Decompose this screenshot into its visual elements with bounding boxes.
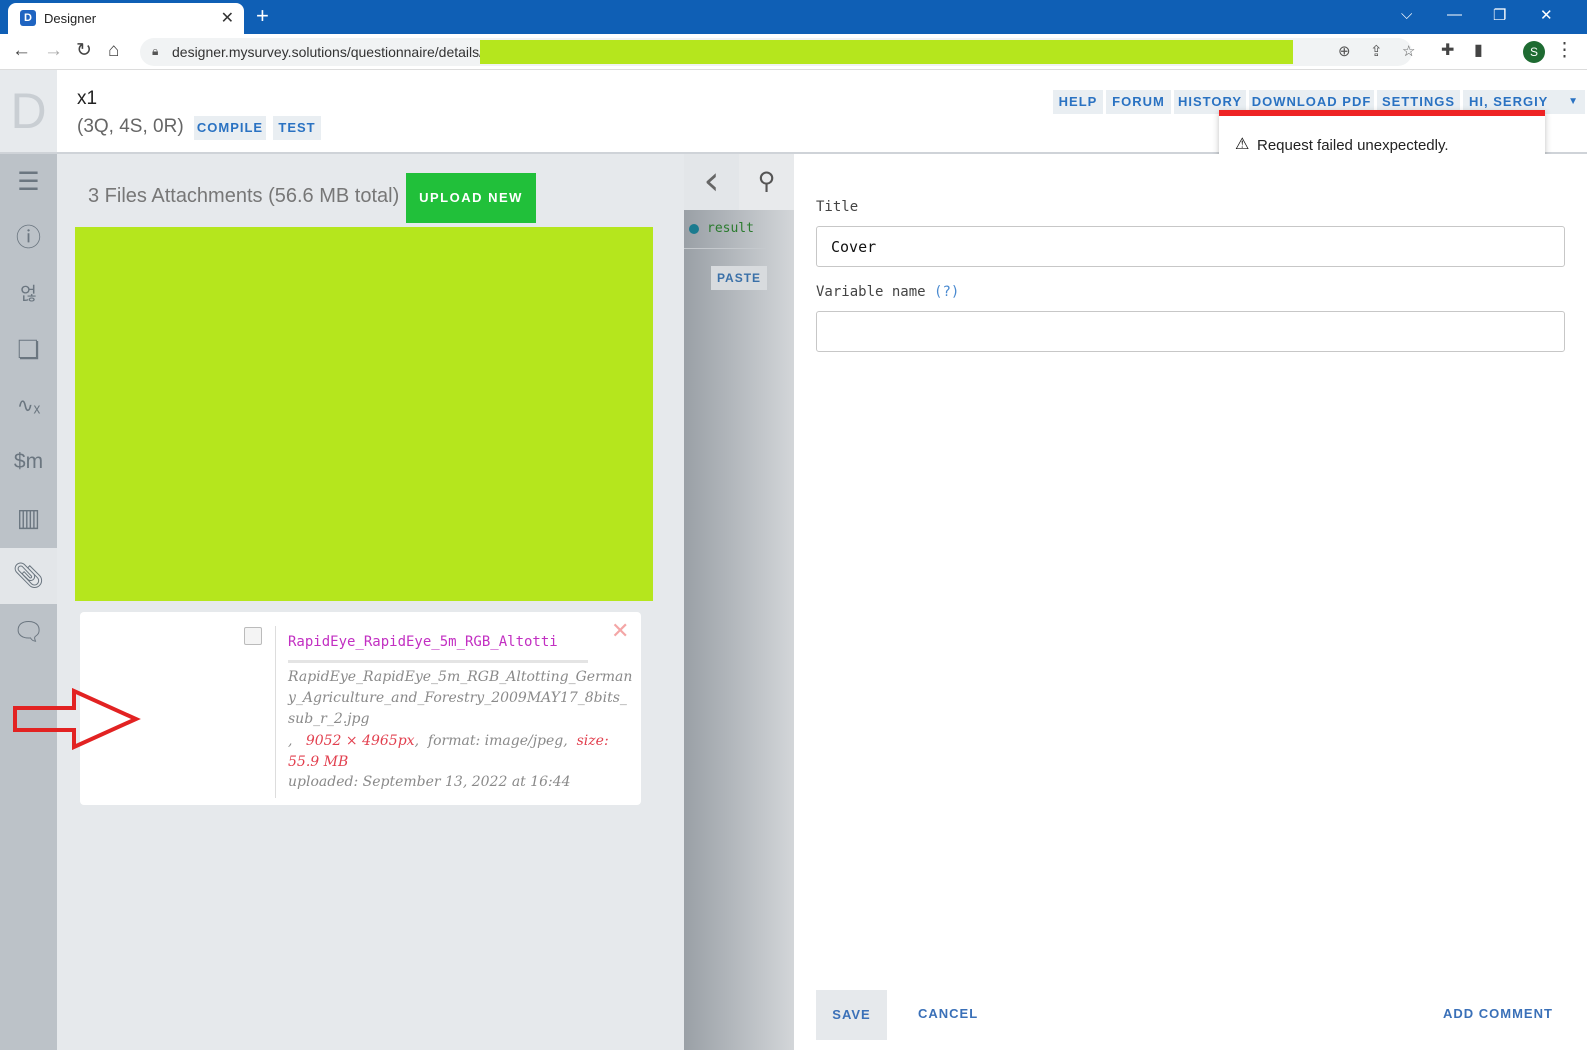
extensions-puzzle-icon[interactable]: ✚ xyxy=(1441,41,1454,61)
tree-toolbar: ‹ ⚲ xyxy=(684,154,794,210)
attachment-format: format: image/jpeg xyxy=(427,733,564,749)
chevron-left-icon[interactable]: ‹ xyxy=(684,154,739,210)
search-icon[interactable]: ⚲ xyxy=(739,154,794,210)
left-nav-rail: ☰ ⓘ 얺 ❏ ∿ₓ $m ▥ 📎︎ 🗨︎ xyxy=(0,154,57,1050)
back-arrow-icon[interactable]: ← xyxy=(12,41,31,61)
browser-tab[interactable]: D Designer ✕ xyxy=(8,3,244,34)
toast-message: Request failed unexpectedly. xyxy=(1257,137,1449,154)
tab-title: Designer xyxy=(44,11,97,26)
title-input[interactable] xyxy=(816,226,1565,267)
tree-item-result[interactable]: result xyxy=(684,219,766,249)
delete-attachment-icon[interactable]: ✕ xyxy=(611,618,629,644)
user-greeting: HI, SERGIY xyxy=(1469,94,1549,109)
attachment-name-underline xyxy=(288,660,588,663)
attachments-paperclip-icon[interactable]: 📎︎ xyxy=(0,548,57,604)
comments-icon[interactable]: 🗨︎ xyxy=(0,604,57,660)
caret-down-icon: ▼ xyxy=(1568,96,1579,107)
paste-button[interactable]: PASTE xyxy=(711,266,767,290)
macros-copy-icon[interactable]: ❏ xyxy=(0,322,57,378)
designer-logo-icon[interactable]: D xyxy=(0,70,57,152)
attachment-card: RapidEye_RapidEye_5m_RGB_Altotti RapidEy… xyxy=(80,612,641,805)
url-redaction xyxy=(480,40,1293,64)
add-comment-button[interactable]: ADD COMMENT xyxy=(1443,1006,1553,1021)
book-icon[interactable]: ▥ xyxy=(0,490,57,546)
attachments-panel: 3 Files Attachments (56.6 MB total) UPLO… xyxy=(57,154,684,1050)
variable-dot-icon xyxy=(689,224,699,234)
attachment-dimensions: 9052 × 4965px xyxy=(305,733,415,749)
attachment-meta: , 9052 × 4965px, format: image/jpeg, siz… xyxy=(288,733,609,770)
bookmark-star-icon[interactable]: ☆ xyxy=(1402,42,1415,60)
save-button[interactable]: SAVE xyxy=(816,990,887,1040)
tab-close-icon[interactable]: ✕ xyxy=(221,8,234,28)
browser-menu-icon[interactable]: ⋮ xyxy=(1555,41,1574,61)
designer-favicon-icon: D xyxy=(20,10,36,26)
attachment-name[interactable]: RapidEye_RapidEye_5m_RGB_Altotti xyxy=(288,634,558,650)
attachment-preview-redaction xyxy=(75,227,653,601)
minimize-icon[interactable]: — xyxy=(1447,6,1462,23)
forward-arrow-icon[interactable]: → xyxy=(44,41,63,61)
questionnaire-stats: (3Q, 4S, 0R) xyxy=(77,116,184,137)
variable-help-link[interactable]: (?) xyxy=(934,284,959,300)
broken-image-icon[interactable] xyxy=(244,627,262,645)
new-tab-icon[interactable]: + xyxy=(256,4,269,28)
variables-icon[interactable]: $m xyxy=(0,434,57,490)
address-bar[interactable]: 🔒︎ designer.mysurvey.solutions/questionn… xyxy=(140,38,1415,66)
lookup-tables-icon[interactable]: ∿ₓ xyxy=(0,378,57,434)
tree-item-label: result xyxy=(707,221,754,236)
side-panel-icon[interactable]: ▮ xyxy=(1474,41,1483,61)
profile-avatar[interactable]: S xyxy=(1523,41,1545,63)
attachment-file-name: RapidEye_RapidEye_5m_RGB_Altotting_Germa… xyxy=(288,669,633,727)
editor-panel: Title Variable name (?) SAVE CANCEL ADD … xyxy=(794,154,1587,1050)
variable-name-label: Variable name (?) xyxy=(816,284,959,300)
test-button[interactable]: TEST xyxy=(273,116,321,140)
annotation-arrow-icon xyxy=(13,688,141,750)
warning-icon: ⚠︎ xyxy=(1235,136,1250,153)
attachment-size: 55.9 MB xyxy=(288,754,349,770)
attachments-heading: 3 Files Attachments (56.6 MB total) xyxy=(88,185,400,207)
compile-button[interactable]: COMPILE xyxy=(194,116,266,140)
help-button[interactable]: HELP xyxy=(1053,90,1103,114)
attachment-size-label: size: xyxy=(576,733,609,749)
lock-icon[interactable]: 🔒︎ xyxy=(152,44,158,59)
menu-hamburger-icon[interactable]: ☰ xyxy=(0,154,57,210)
reload-icon[interactable]: ↻ xyxy=(76,41,92,61)
info-icon[interactable]: ⓘ xyxy=(0,210,57,266)
title-label: Title xyxy=(816,199,859,215)
forum-button[interactable]: FORUM xyxy=(1106,90,1171,114)
tab-search-chevron-icon[interactable]: ⌵ xyxy=(1401,6,1412,23)
share-icon[interactable]: ⇪ xyxy=(1370,42,1383,60)
variable-name-input[interactable] xyxy=(816,311,1565,352)
browser-toolbar: ← → ↻ ⌂ 🔒︎ designer.mysurvey.solutions/q… xyxy=(0,34,1587,70)
questionnaire-title: x1 xyxy=(77,88,98,109)
url-text[interactable]: designer.mysurvey.solutions/questionnair… xyxy=(172,44,483,60)
restore-icon[interactable]: ❐ xyxy=(1493,6,1506,24)
upload-new-button[interactable]: UPLOAD NEW xyxy=(406,173,536,223)
meta-prefix: , xyxy=(288,733,293,749)
attachment-uploaded: uploaded: September 13, 2022 at 16:44 xyxy=(288,774,571,790)
translations-icon[interactable]: 얺 xyxy=(0,266,57,322)
browser-tab-bar: D Designer ✕ + ⌵ — ❐ ✕ xyxy=(0,0,1587,34)
cancel-button[interactable]: CANCEL xyxy=(918,1006,978,1021)
variable-name-text: Variable name xyxy=(816,284,926,300)
card-divider xyxy=(275,626,276,798)
window-close-icon[interactable]: ✕ xyxy=(1540,6,1553,24)
home-icon[interactable]: ⌂ xyxy=(108,41,119,61)
zoom-icon[interactable]: ⊕ xyxy=(1338,42,1351,60)
